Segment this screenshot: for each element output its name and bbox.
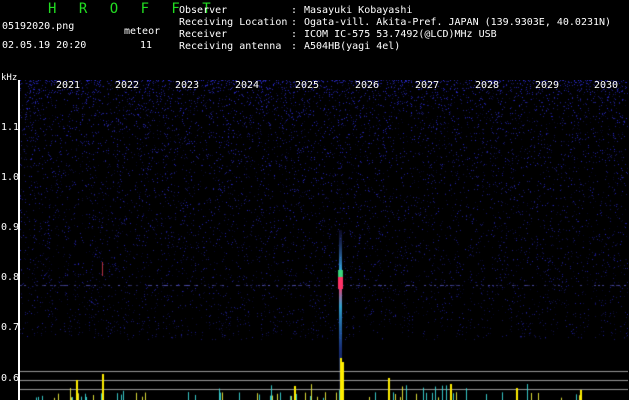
x-tick-2024: 2024	[234, 80, 260, 91]
observer-label: Observer	[179, 5, 228, 16]
receiver-colon: :	[291, 29, 298, 40]
spectrogram-canvas	[20, 80, 628, 400]
observer-value: Masayuki Kobayashi	[304, 5, 413, 16]
y-tick-0-8: 0.8	[1, 272, 20, 283]
file-name: 05192020.png	[2, 21, 75, 32]
x-tick-2023: 2023	[174, 80, 200, 91]
y-tick-0-7: 0.7	[1, 322, 20, 333]
receiver-value: ICOM IC-575 53.7492(@LCD)MHz USB	[304, 29, 497, 40]
x-tick-2026: 2026	[354, 80, 380, 91]
receiver-label: Receiver	[179, 29, 228, 40]
meteor-count: 11	[140, 40, 153, 51]
y-tick-1-1: 1.1	[1, 122, 20, 133]
location-value: Ogata-vill. Akita-Pref. JAPAN (139.9303E…	[304, 17, 612, 28]
meteor-label: meteor	[124, 26, 161, 37]
x-tick-2027: 2027	[414, 80, 440, 91]
x-tick-2025: 2025	[294, 80, 320, 91]
antenna-label: Receiving antenna	[179, 41, 282, 52]
y-axis-unit: kHz	[1, 73, 18, 83]
antenna-value: A504HB(yagi 4el)	[304, 41, 401, 52]
y-tick-1-0: 1.0	[1, 172, 20, 183]
location-label: Receiving Location	[179, 17, 288, 28]
x-tick-2021: 2021	[55, 80, 81, 91]
antenna-colon: :	[291, 41, 298, 52]
file-datetime: 02.05.19 20:20	[2, 40, 87, 51]
x-tick-2030: 2030	[593, 80, 619, 91]
x-tick-2028: 2028	[474, 80, 500, 91]
x-tick-2029: 2029	[534, 80, 560, 91]
observer-colon: :	[291, 5, 298, 16]
y-tick-0-9: 0.9	[1, 222, 20, 233]
x-tick-2022: 2022	[114, 80, 140, 91]
y-tick-0-6: 0.6	[1, 373, 20, 384]
location-colon: :	[291, 17, 298, 28]
